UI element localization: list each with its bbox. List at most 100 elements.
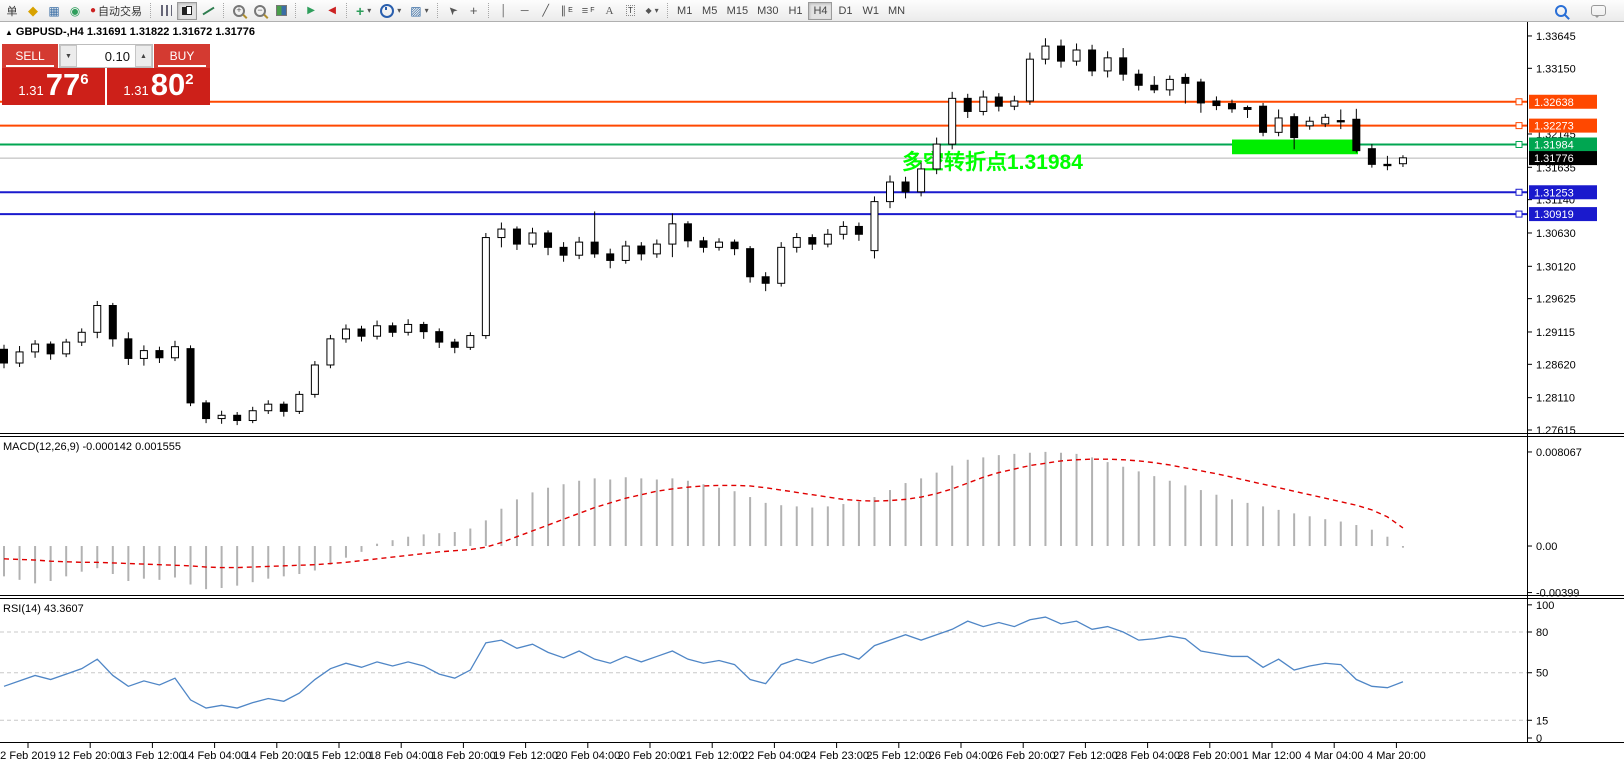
bear-candle-body	[590, 241, 599, 255]
volume-input[interactable]	[77, 45, 135, 67]
bear-candle-body	[730, 241, 739, 250]
text-label-tool-button[interactable]: T	[621, 2, 641, 20]
volume-down-button[interactable]: ▼	[60, 45, 77, 67]
line-endpoint-handle[interactable]	[1515, 188, 1523, 196]
new-order-button[interactable]: 单	[2, 2, 22, 20]
time-axis-label: 13 Feb 12:00	[120, 750, 185, 762]
sell-price[interactable]: 1.31 77 6	[2, 68, 107, 105]
bear-candle-body	[544, 232, 553, 248]
bull-candle-body	[1305, 120, 1314, 127]
line-endpoint-handle[interactable]	[1515, 122, 1523, 130]
crosshair-icon: +	[469, 3, 478, 18]
collapse-arrow-icon[interactable]: ▲	[5, 28, 13, 37]
navigator-button[interactable]: ▦	[44, 2, 64, 20]
pane-separator[interactable]	[0, 595, 1624, 596]
tile-windows-button[interactable]	[271, 2, 291, 20]
text-tool-button[interactable]: A	[600, 2, 620, 20]
line-chart-mode-button[interactable]	[198, 2, 219, 20]
channel-tool-button[interactable]: ∥ E	[557, 2, 577, 20]
line-endpoint-handle[interactable]	[1515, 210, 1523, 218]
bull-candle-body	[15, 351, 24, 364]
zoom-in-button[interactable]: +	[229, 2, 249, 20]
bear-candle-body	[683, 223, 692, 242]
fibonacci-icon: ≡	[581, 4, 589, 17]
zoom-out-button[interactable]: −	[250, 2, 270, 20]
bull-candle-body	[170, 346, 179, 359]
templates-button[interactable]: ▨ ▾	[406, 2, 432, 20]
annotation-text-object[interactable]: 多空转折点1.31984	[902, 150, 1083, 174]
price-tick-label: 1.29115	[1536, 327, 1575, 339]
bear-candle-body	[1227, 103, 1236, 110]
bull-candle-body	[341, 328, 350, 340]
market-watch-button[interactable]: ◆	[23, 2, 43, 20]
line-endpoint-handle[interactable]	[1515, 140, 1523, 148]
line-endpoint-handle[interactable]	[1515, 98, 1523, 106]
arrows-tool-button[interactable]: ◆ ▾	[642, 2, 663, 20]
pane-separator[interactable]	[0, 598, 1624, 599]
bear-candle-body	[1150, 84, 1159, 91]
time-axis-label: 2 Feb 2019	[0, 750, 56, 762]
chart-shift-icon: ◀	[328, 5, 336, 16]
bear-candle-body	[1056, 45, 1065, 62]
sell-button[interactable]: SELL	[2, 44, 58, 68]
bull-candle-body	[792, 237, 801, 248]
buy-button[interactable]: BUY	[154, 44, 210, 68]
candlestick-mode-button[interactable]	[177, 1, 198, 20]
terminal-button[interactable]: ◉	[65, 2, 85, 20]
rsi-tick-label: 100	[1536, 600, 1554, 612]
time-axis-label: 1 Mar 12:00	[1243, 750, 1302, 762]
timeframe-h4-button[interactable]: H4	[808, 1, 833, 20]
vertical-line-tool-button[interactable]: │	[494, 2, 514, 20]
candlestick-icon	[181, 5, 193, 17]
bar-chart-mode-button[interactable]	[156, 2, 176, 20]
volume-up-button[interactable]: ▲	[135, 45, 152, 67]
price-axis-border	[1527, 22, 1528, 742]
sell-price-prefix: 1.31	[18, 83, 44, 98]
timeframe-mn-button[interactable]: MN	[884, 2, 909, 20]
periods-button[interactable]: ▾	[376, 2, 405, 20]
chart-shift-button[interactable]: ◀	[322, 2, 342, 20]
pane-separator[interactable]	[0, 436, 1624, 437]
cursor-tool-button[interactable]: ➤	[443, 2, 463, 20]
search-button[interactable]	[1551, 2, 1571, 20]
price-level-badge-label: 1.31984	[1534, 139, 1574, 151]
timeframe-m15-button[interactable]: M15	[723, 2, 752, 20]
trendline-tool-button[interactable]: ╱	[536, 2, 556, 20]
rsi-tick-label: 0	[1536, 733, 1542, 745]
time-axis-label: 21 Feb 12:00	[680, 750, 745, 762]
autotrading-button[interactable]: ● 自动交易	[86, 2, 146, 20]
crosshair-tool-button[interactable]: +	[464, 2, 484, 20]
highlight-rectangle-object[interactable]	[1232, 139, 1358, 155]
timeframe-d1-button[interactable]: D1	[833, 2, 857, 20]
timeframe-m5-button[interactable]: M5	[698, 2, 722, 20]
bull-candle-body	[917, 168, 926, 193]
chat-icon	[1591, 5, 1606, 18]
price-tick-label: 1.30630	[1536, 228, 1576, 240]
fibonacci-tool-button[interactable]: ≡ F	[578, 2, 599, 20]
time-axis-label: 28 Feb 04:00	[1115, 750, 1180, 762]
timeframe-w1-button[interactable]: W1	[858, 2, 883, 20]
buy-price[interactable]: 1.31 80 2	[107, 68, 210, 105]
autotrading-label: 自动交易	[98, 5, 143, 18]
timeframe-label: H4	[813, 4, 828, 17]
bull-candle-body	[310, 364, 319, 395]
timeframe-m30-button[interactable]: M30	[753, 2, 782, 20]
indicators-button[interactable]: + ▾	[352, 2, 375, 20]
price-level-badge-label: 1.32638	[1534, 97, 1574, 109]
bear-candle-body	[155, 350, 164, 359]
rsi-tick-label: 80	[1536, 627, 1548, 639]
bear-candle-body	[1383, 163, 1392, 167]
price-tick-label: 1.27615	[1536, 425, 1576, 437]
price-level-badge-label: 1.31253	[1534, 187, 1574, 199]
chat-button[interactable]	[1587, 2, 1610, 20]
bear-candle-body	[357, 328, 366, 337]
chart-canvas[interactable]: 多空转折点1.319841.336451.331501.321451.31635…	[0, 22, 1624, 773]
timeframe-h1-button[interactable]: H1	[783, 2, 807, 20]
auto-scroll-button[interactable]: ▶	[301, 2, 321, 20]
timeframe-m1-button[interactable]: M1	[673, 2, 697, 20]
pane-separator[interactable]	[0, 433, 1624, 434]
horizontal-line-tool-button[interactable]: ─	[515, 2, 535, 20]
bear-candle-body	[901, 181, 910, 193]
bear-candle-body	[1367, 148, 1376, 165]
bull-candle-body	[217, 414, 226, 420]
